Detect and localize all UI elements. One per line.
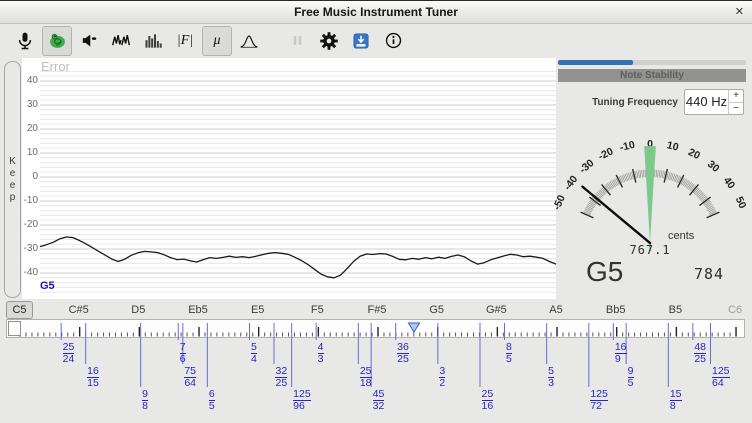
y-tick-label: -20 bbox=[23, 219, 38, 230]
ratio-45-32: 4532 bbox=[373, 389, 385, 411]
ratio-25-24: 2524 bbox=[63, 342, 75, 364]
ratio-5-4: 54 bbox=[251, 342, 257, 364]
waveform-button[interactable] bbox=[106, 26, 136, 56]
svg-text:-20: -20 bbox=[596, 145, 615, 163]
cents-unit-label: cents bbox=[668, 230, 694, 242]
fmit-logo-button[interactable] bbox=[42, 26, 72, 56]
mu-statistics-button[interactable]: μ bbox=[202, 26, 232, 56]
fmit-logo-icon bbox=[47, 30, 68, 51]
pause-icon bbox=[290, 33, 305, 48]
histogram-icon bbox=[143, 31, 163, 51]
keep-button[interactable]: Keep bbox=[4, 61, 21, 298]
settings-button[interactable] bbox=[314, 26, 344, 56]
settings-icon bbox=[319, 31, 339, 51]
ratio-25-16: 2516 bbox=[482, 389, 494, 411]
svg-text:50: 50 bbox=[733, 195, 749, 211]
speaker-mute-icon bbox=[80, 31, 99, 50]
chart-title: Error bbox=[41, 59, 70, 74]
window-title: Free Music Instrument Tuner bbox=[0, 5, 752, 19]
mu-statistics-icon: μ bbox=[213, 33, 220, 49]
microphone-button[interactable] bbox=[10, 26, 40, 56]
ratio-15-8: 158 bbox=[670, 389, 682, 411]
pause-button bbox=[282, 26, 312, 56]
gaussian-button[interactable] bbox=[234, 26, 264, 56]
svg-text:10: 10 bbox=[666, 139, 680, 153]
y-tick-label: 30 bbox=[23, 99, 38, 110]
y-tick-label: 40 bbox=[23, 75, 38, 86]
ratio-4-3: 43 bbox=[318, 342, 324, 364]
ratio-16-9: 169 bbox=[615, 342, 627, 364]
svg-text:-30: -30 bbox=[577, 157, 596, 176]
ratio-7-6: 76 bbox=[180, 342, 186, 364]
svg-text:-40: -40 bbox=[562, 173, 581, 192]
speaker-mute-button[interactable] bbox=[74, 26, 104, 56]
ratio-125-64: 12564 bbox=[712, 366, 730, 388]
y-tick-label: 0 bbox=[23, 171, 38, 182]
record-icon bbox=[352, 32, 370, 50]
record-button[interactable] bbox=[346, 26, 376, 56]
ratio-5-3: 53 bbox=[548, 366, 554, 388]
note-scale: C5 C#5D5Eb5E5F5F#5G5G#5A5Bb5B5C6 2524161… bbox=[0, 301, 752, 423]
ratio-25-18: 2518 bbox=[360, 366, 372, 388]
gaussian-icon bbox=[238, 31, 260, 51]
ratio-9-5: 95 bbox=[628, 366, 634, 388]
ratio-75-64: 7564 bbox=[184, 366, 196, 388]
info-icon bbox=[384, 31, 403, 50]
fourier-button[interactable]: |F| bbox=[170, 26, 200, 56]
pitch-marker bbox=[409, 323, 420, 332]
toolbar: |F| μ bbox=[0, 24, 752, 57]
y-tick-label: -30 bbox=[23, 243, 38, 254]
svg-text:20: 20 bbox=[686, 146, 702, 162]
ratio-9-8: 98 bbox=[142, 389, 148, 411]
fourier-icon: |F| bbox=[177, 33, 193, 49]
svg-text:-10: -10 bbox=[619, 139, 637, 154]
chart-line bbox=[22, 58, 556, 299]
ratio-3-2: 32 bbox=[439, 366, 445, 388]
info-button[interactable] bbox=[378, 26, 408, 56]
histogram-button[interactable] bbox=[138, 26, 168, 56]
svg-text:30: 30 bbox=[705, 158, 722, 175]
ratio-125-72: 12572 bbox=[590, 389, 608, 411]
ratio-8-5: 85 bbox=[506, 342, 512, 364]
ratio-6-5: 65 bbox=[209, 389, 215, 411]
y-tick-label: 10 bbox=[23, 147, 38, 158]
measured-frequency-readout: 767.1 bbox=[620, 243, 680, 257]
y-tick-label: -40 bbox=[23, 267, 38, 278]
tuner-panel: Note Stability Tuning Frequency 440 Hz +… bbox=[558, 59, 746, 299]
y-tick-label: 20 bbox=[23, 123, 38, 134]
error-chart: Error 40 30 20 10 0 -10 -20 -30 -40 G5 bbox=[22, 58, 556, 299]
ratio-36-25: 3625 bbox=[397, 342, 409, 364]
ratio-125-96: 12596 bbox=[293, 389, 311, 411]
close-button[interactable]: ✕ bbox=[735, 5, 744, 18]
title-bar: Free Music Instrument Tuner ✕ bbox=[0, 1, 752, 24]
chart-note-label: G5 bbox=[40, 280, 55, 292]
ratio-32-25: 3225 bbox=[275, 366, 287, 388]
y-tick-label: -10 bbox=[23, 195, 38, 206]
ratio-16-15: 1615 bbox=[87, 366, 99, 388]
app-window: Free Music Instrument Tuner ✕ |F|μ Keep … bbox=[0, 0, 752, 423]
ratio-48-25: 4825 bbox=[694, 342, 706, 364]
detected-note-label: G5 bbox=[586, 256, 623, 288]
svg-text:40: 40 bbox=[721, 175, 738, 192]
waveform-icon bbox=[111, 31, 131, 51]
target-frequency-readout: 784 bbox=[694, 265, 724, 283]
microphone-icon bbox=[15, 31, 35, 51]
